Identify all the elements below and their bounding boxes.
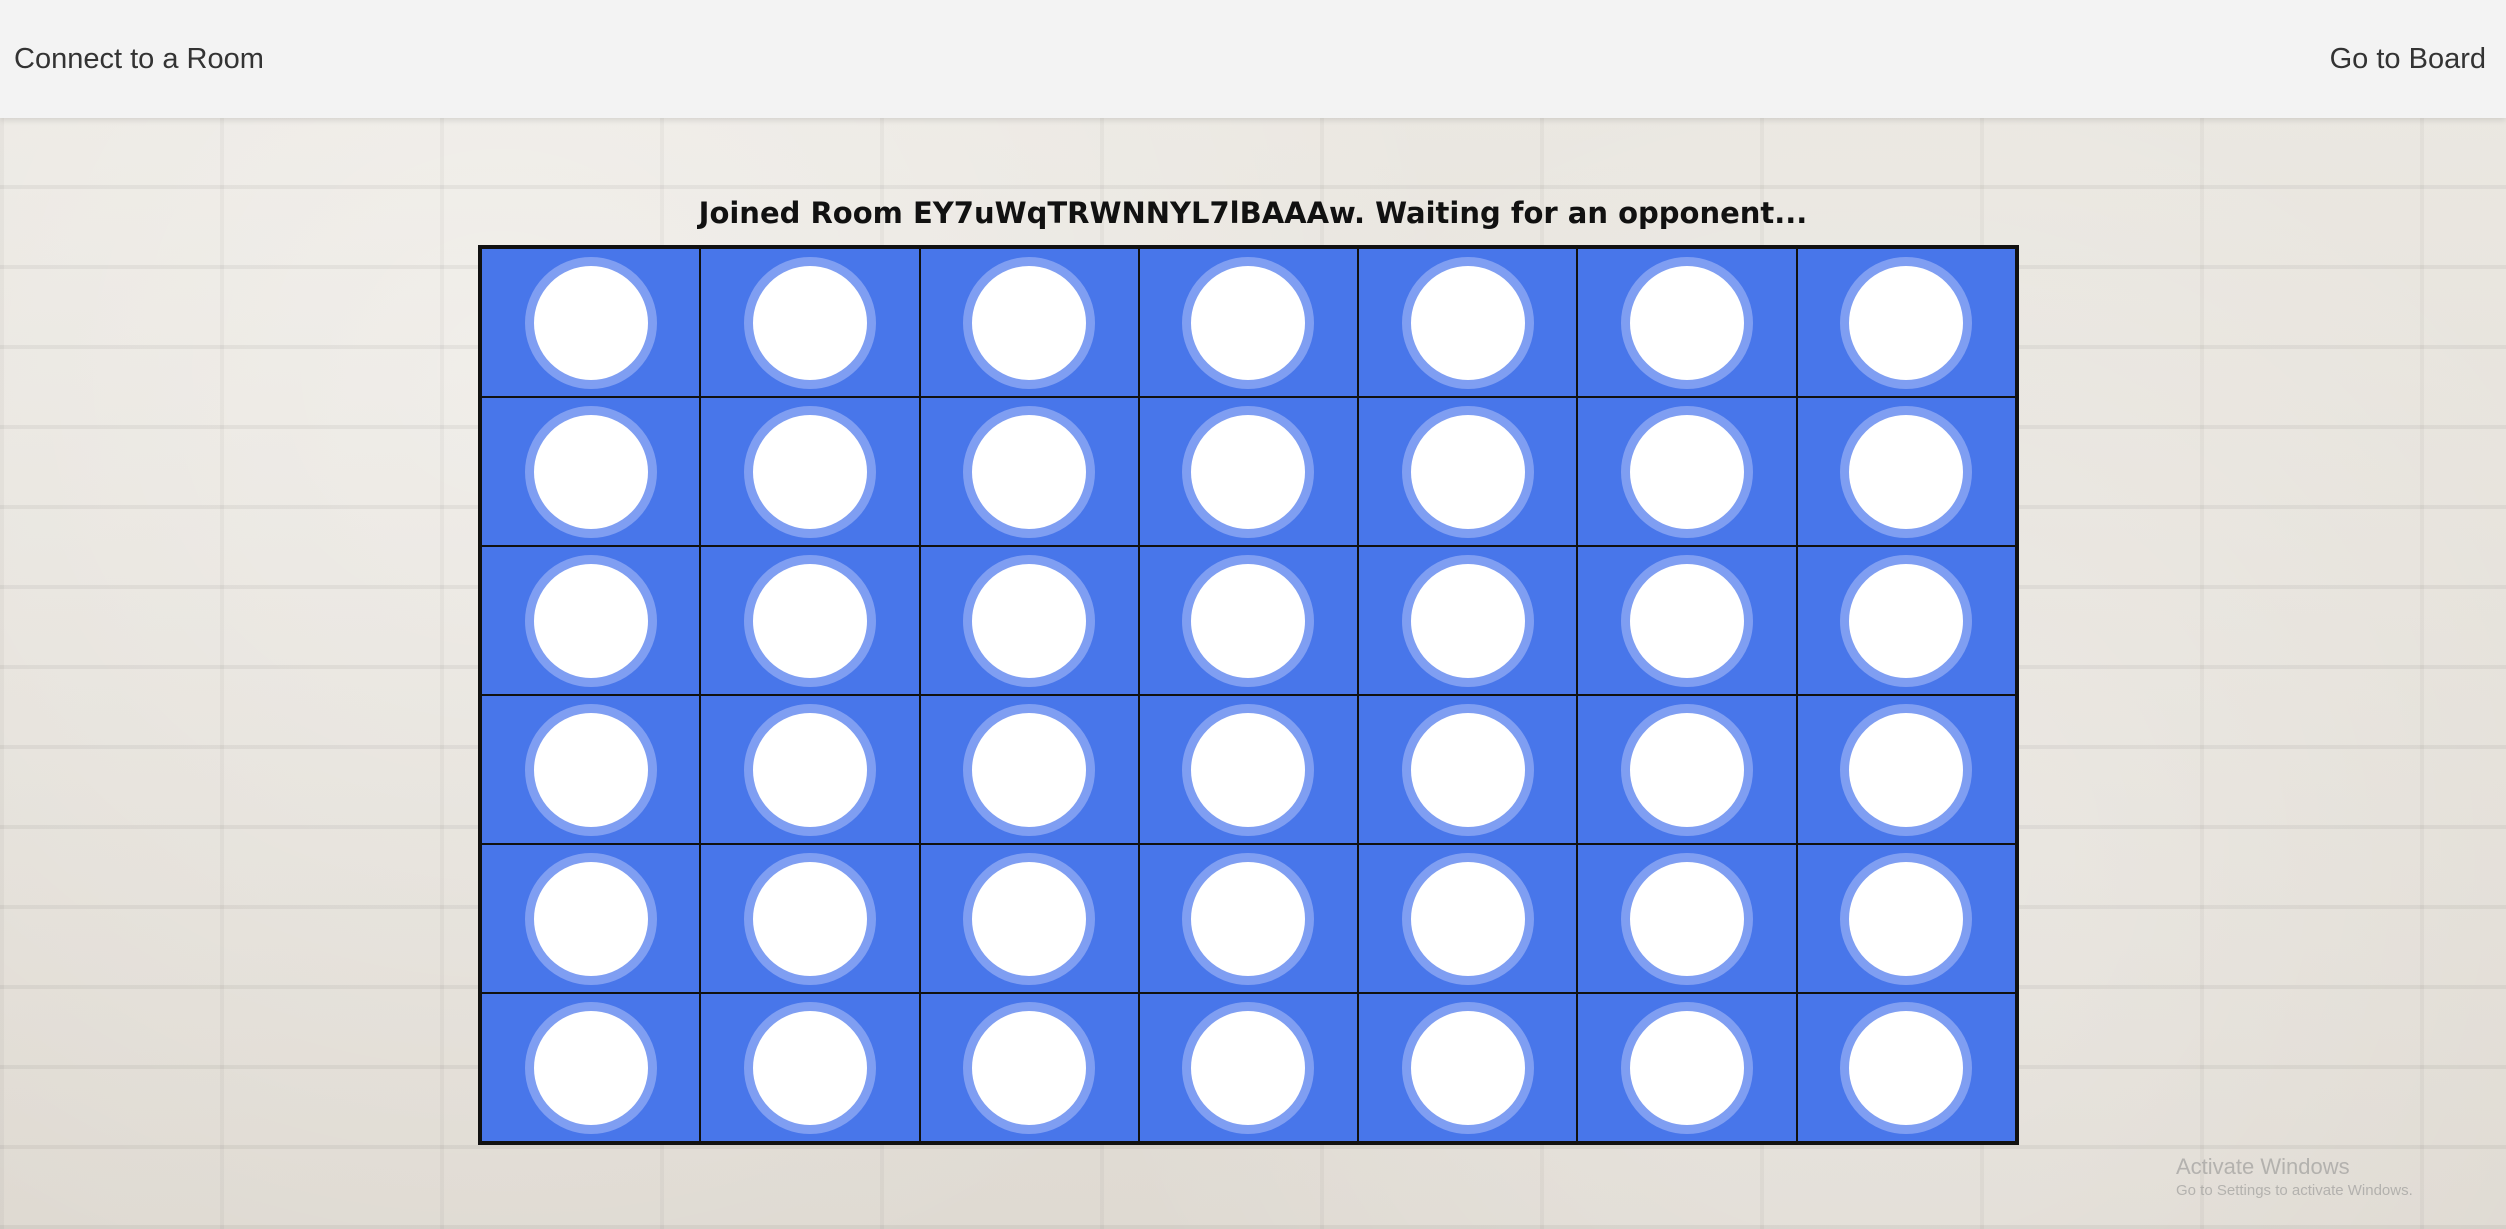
board-cell-r5-c3[interactable] (919, 844, 1139, 993)
board-cell-r3-c4[interactable] (1138, 546, 1359, 695)
slot-empty (963, 554, 1096, 687)
board-cell-r6-c6[interactable] (1577, 993, 1797, 1142)
board-cell-r3-c5[interactable] (1358, 546, 1578, 695)
board-cell-r1-c5[interactable] (1358, 248, 1578, 397)
board-cell-r1-c2[interactable] (700, 248, 920, 397)
slot-empty (743, 405, 876, 538)
slot-empty (963, 1001, 1096, 1134)
slot-empty (1621, 405, 1754, 538)
slot-empty (1401, 405, 1534, 538)
game-board (478, 245, 2019, 1145)
slot-empty (743, 256, 876, 389)
board-cell-r3-c1[interactable] (481, 546, 701, 695)
board-cell-r5-c2[interactable] (700, 844, 920, 993)
slot-empty (1182, 703, 1315, 836)
slot-empty (743, 554, 876, 687)
board-cell-r3-c3[interactable] (919, 546, 1139, 695)
slot-empty (963, 703, 1096, 836)
slot-empty (1840, 1001, 1973, 1134)
board-cell-r5-c1[interactable] (481, 844, 701, 993)
board-cell-r5-c7[interactable] (1796, 844, 2016, 993)
board-cell-r1-c3[interactable] (919, 248, 1139, 397)
board-cell-r4-c1[interactable] (481, 695, 701, 844)
slot-empty (963, 852, 1096, 985)
slot-empty (1621, 554, 1754, 687)
status-message: Joined Room EY7uWqTRWNNYL7lBAAAw. Waitin… (698, 196, 1808, 230)
slot-empty (963, 256, 1096, 389)
board-cell-r6-c2[interactable] (700, 993, 920, 1142)
slot-empty (743, 703, 876, 836)
slot-empty (1840, 852, 1973, 985)
board-cell-r2-c4[interactable] (1138, 397, 1359, 546)
slot-empty (743, 1001, 876, 1134)
board-cell-r6-c4[interactable] (1138, 993, 1359, 1142)
go-to-board-link[interactable]: Go to Board (2330, 43, 2486, 76)
board-cell-r2-c5[interactable] (1358, 397, 1578, 546)
slot-empty (1840, 405, 1973, 538)
board-cell-r6-c1[interactable] (481, 993, 701, 1142)
connect-room-link[interactable]: Connect to a Room (14, 43, 264, 76)
slot-empty (1182, 1001, 1315, 1134)
board-cell-r1-c4[interactable] (1138, 248, 1359, 397)
slot-empty (1840, 554, 1973, 687)
slot-empty (524, 405, 657, 538)
board-cell-r4-c3[interactable] (919, 695, 1139, 844)
board-cell-r2-c3[interactable] (919, 397, 1139, 546)
slot-empty (524, 554, 657, 687)
slot-empty (1401, 256, 1534, 389)
board-cell-r3-c2[interactable] (700, 546, 920, 695)
slot-empty (1840, 256, 1973, 389)
board-cell-r5-c6[interactable] (1577, 844, 1797, 993)
board-cell-r4-c6[interactable] (1577, 695, 1797, 844)
slot-empty (1840, 703, 1973, 836)
board-cell-r4-c4[interactable] (1138, 695, 1359, 844)
watermark-title: Activate Windows (2176, 1154, 2350, 1179)
board-cell-r6-c5[interactable] (1358, 993, 1578, 1142)
board-cell-r2-c6[interactable] (1577, 397, 1797, 546)
board-cell-r4-c7[interactable] (1796, 695, 2016, 844)
slot-empty (963, 405, 1096, 538)
slot-empty (524, 1001, 657, 1134)
slot-empty (524, 256, 657, 389)
slot-empty (1621, 256, 1754, 389)
watermark-subtitle: Go to Settings to activate Windows. (2176, 1182, 2413, 1199)
slot-empty (743, 852, 876, 985)
navbar: Connect to a Room Go to Board (0, 0, 2506, 118)
slot-empty (1621, 703, 1754, 836)
board-cell-r2-c7[interactable] (1796, 397, 2016, 546)
board-cell-r5-c4[interactable] (1138, 844, 1359, 993)
board-cell-r3-c6[interactable] (1577, 546, 1797, 695)
board-cell-r2-c1[interactable] (481, 397, 701, 546)
windows-activation-watermark: Activate Windows Go to Settings to activ… (2176, 1154, 2413, 1199)
slot-empty (1182, 256, 1315, 389)
board-cell-r2-c2[interactable] (700, 397, 920, 546)
slot-empty (1182, 554, 1315, 687)
slot-empty (1401, 554, 1534, 687)
board-cell-r4-c2[interactable] (700, 695, 920, 844)
slot-empty (1621, 852, 1754, 985)
slot-empty (524, 852, 657, 985)
board-cell-r4-c5[interactable] (1358, 695, 1578, 844)
board-cell-r1-c7[interactable] (1796, 248, 2016, 397)
board-cell-r5-c5[interactable] (1358, 844, 1578, 993)
slot-empty (1401, 703, 1534, 836)
board-cell-r6-c7[interactable] (1796, 993, 2016, 1142)
slot-empty (524, 703, 657, 836)
slot-empty (1182, 405, 1315, 538)
slot-empty (1621, 1001, 1754, 1134)
slot-empty (1182, 852, 1315, 985)
slot-empty (1401, 1001, 1534, 1134)
board-cell-r1-c1[interactable] (481, 248, 701, 397)
board-cell-r1-c6[interactable] (1577, 248, 1797, 397)
slot-empty (1401, 852, 1534, 985)
board-cell-r3-c7[interactable] (1796, 546, 2016, 695)
board-cell-r6-c3[interactable] (919, 993, 1139, 1142)
